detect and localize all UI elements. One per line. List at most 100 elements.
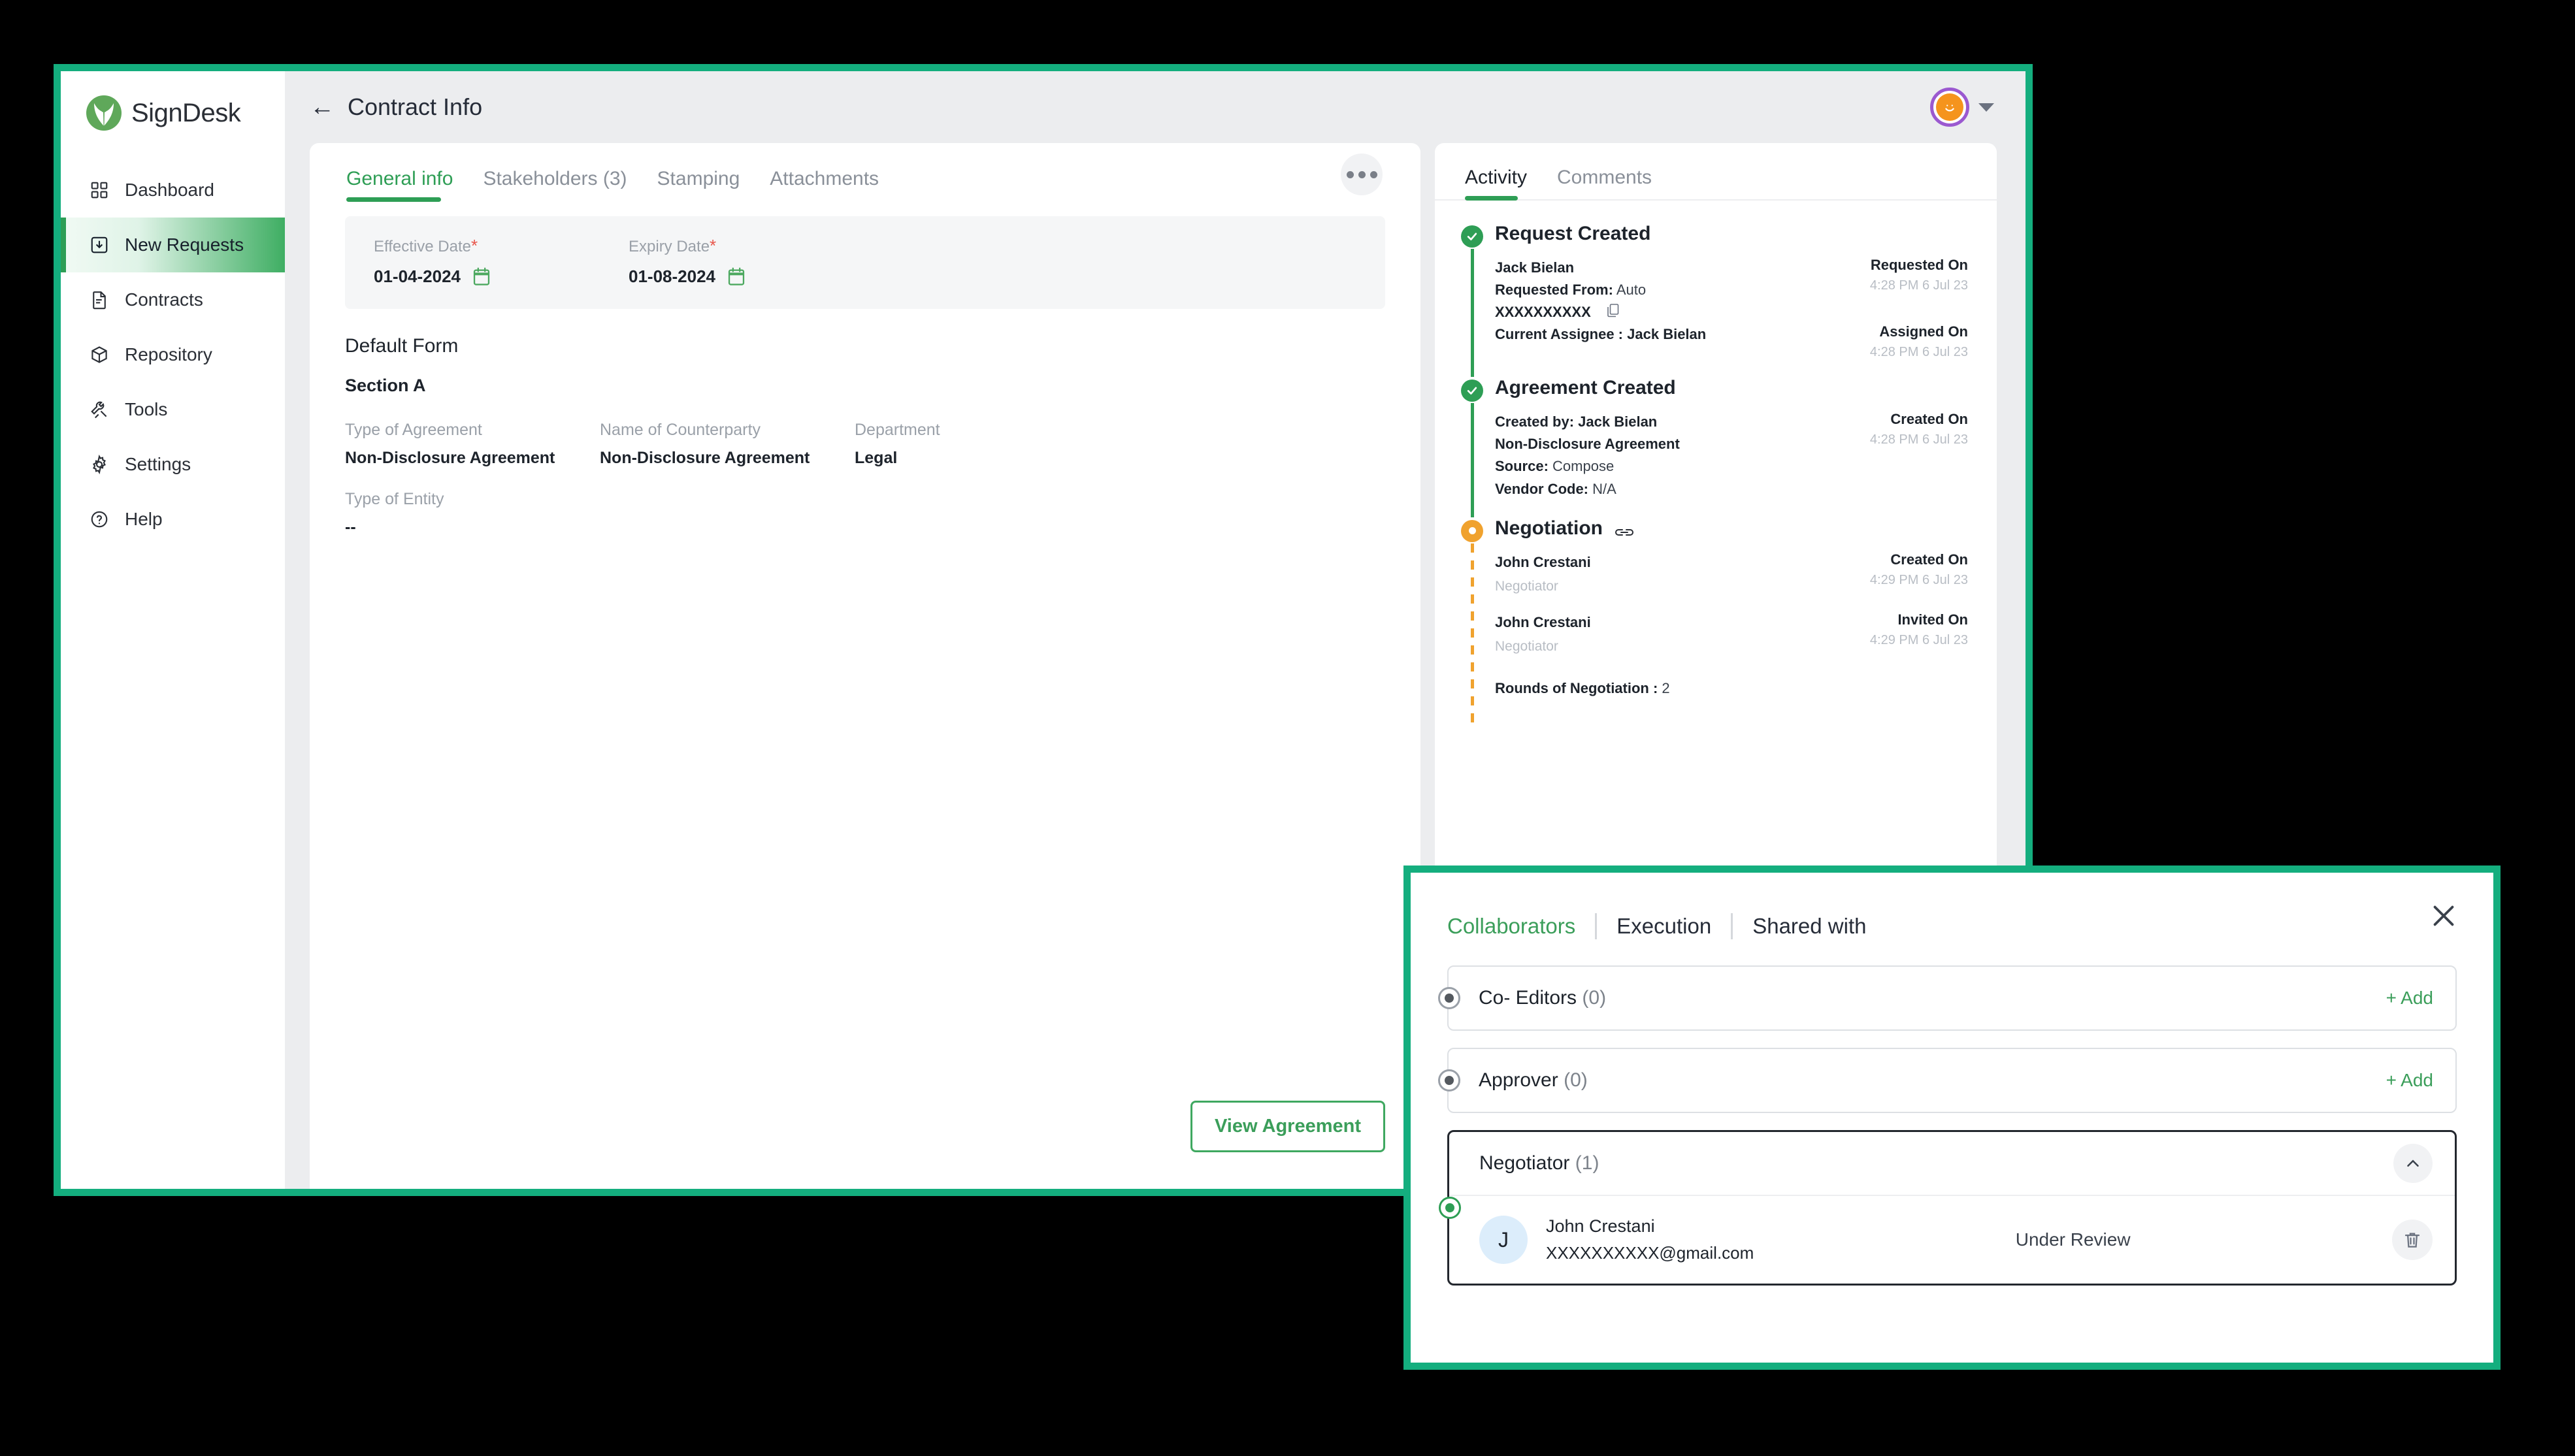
event-rows: John Crestani Negotiator Created On 4:29… xyxy=(1495,551,1968,717)
line-label: Created by: xyxy=(1495,413,1575,430)
tab-attachments[interactable]: Attachments xyxy=(770,168,879,202)
field-label: Type of Agreement xyxy=(345,421,482,439)
section-header[interactable]: Approver (0) + Add xyxy=(1449,1049,2455,1112)
sidebar-item-settings[interactable]: Settings xyxy=(61,437,285,492)
tab-collaborators[interactable]: Collaborators xyxy=(1447,914,1595,939)
section-title: Section A xyxy=(345,376,426,395)
tab-activity[interactable]: Activity xyxy=(1465,167,1527,201)
event-left: John Crestani Negotiator xyxy=(1495,551,1591,598)
section-title-text: Co- Editors xyxy=(1479,987,1577,1009)
radio-button[interactable] xyxy=(1438,1069,1460,1092)
profile-menu[interactable] xyxy=(1930,88,1994,127)
tab-comments[interactable]: Comments xyxy=(1557,167,1652,199)
avatar[interactable] xyxy=(1930,88,1969,127)
sidebar-item-contracts[interactable]: Contracts xyxy=(61,272,285,327)
right-time: 4:29 PM 6 Jul 23 xyxy=(1869,633,1968,648)
expiry-date-value: 01-08-2024 xyxy=(629,267,715,286)
activity-timeline: Request Created Jack Bielan Requested Fr… xyxy=(1435,201,1997,726)
effective-date-value: 01-04-2024 xyxy=(374,267,461,286)
sidebar-nav: Dashboard New Requests Contracts Reposit… xyxy=(61,163,285,547)
section-header[interactable]: Co- Editors (0) + Add xyxy=(1449,967,2455,1029)
right-label: Requested On xyxy=(1870,257,1968,273)
event-rows: Created by: Jack Bielan Non-Disclosure A… xyxy=(1495,411,1968,517)
link-icon[interactable] xyxy=(1613,522,1635,536)
view-agreement-button[interactable]: View Agreement xyxy=(1190,1101,1385,1152)
tab-general-info[interactable]: General info xyxy=(346,168,453,202)
document-icon xyxy=(88,289,110,311)
event-line: Rounds of Negotiation : 2 xyxy=(1495,677,1670,700)
close-icon[interactable] xyxy=(2423,895,2465,937)
right-time: 4:28 PM 6 Jul 23 xyxy=(1869,278,1968,293)
event-row: Current Assignee : Jack Bielan Assigned … xyxy=(1495,323,1968,360)
event-row: Created by: Jack Bielan Non-Disclosure A… xyxy=(1495,411,1968,500)
right-time: 4:29 PM 6 Jul 23 xyxy=(1869,572,1968,587)
tab-stakeholders[interactable]: Stakeholders (3) xyxy=(483,168,627,202)
actor-name: John Crestani xyxy=(1495,614,1591,631)
sidebar-item-label: Repository xyxy=(125,344,212,364)
section-header[interactable]: Negotiator (1) xyxy=(1449,1132,2455,1195)
rounds-label: Rounds of Negotiation : xyxy=(1495,679,1658,696)
inbox-download-icon xyxy=(88,234,110,256)
line-label: Source: xyxy=(1495,458,1549,475)
sidebar-item-help[interactable]: Help xyxy=(61,492,285,547)
negotiator-member-row: J John Crestani XXXXXXXXXX@gmail.com Und… xyxy=(1449,1195,2455,1284)
sidebar-item-label: Help xyxy=(125,509,163,529)
chevron-up-icon[interactable] xyxy=(2393,1144,2433,1183)
sidebar-item-new-requests[interactable]: New Requests xyxy=(61,218,285,272)
radio-button[interactable] xyxy=(1439,1197,1461,1219)
calendar-icon[interactable] xyxy=(727,267,746,287)
gear-icon xyxy=(88,453,110,476)
section-title: Approver (0) xyxy=(1479,1069,1588,1092)
effective-date-field: Effective Date* 01-04-2024 xyxy=(374,236,629,287)
sidebar-item-tools[interactable]: Tools xyxy=(61,382,285,437)
event-left: Created by: Jack Bielan Non-Disclosure A… xyxy=(1495,411,1680,500)
event-left: John Crestani Negotiator xyxy=(1495,611,1591,658)
required-asterisk: * xyxy=(710,236,717,255)
grid-icon xyxy=(88,179,110,201)
collaborator-sections: Co- Editors (0) + Add Approver (0) + Add… xyxy=(1438,965,2457,1286)
field-label: Type of Entity xyxy=(345,490,444,508)
event-title: Request Created xyxy=(1495,223,1651,244)
event-title: Agreement Created xyxy=(1495,377,1676,399)
event-right: Requested On 4:28 PM 6 Jul 23 xyxy=(1857,257,1968,293)
member-status: Under Review xyxy=(2015,1229,2131,1250)
event-right: Invited On 4:29 PM 6 Jul 23 xyxy=(1857,611,1968,648)
sidebar-item-label: Tools xyxy=(125,399,168,419)
add-co-editor-button[interactable]: + Add xyxy=(2386,988,2433,1009)
sidebar-item-repository[interactable]: Repository xyxy=(61,327,285,382)
topbar: ← Contract Info xyxy=(285,71,2026,143)
right-label: Invited On xyxy=(1897,611,1968,628)
radio-inner xyxy=(1445,1203,1454,1212)
field-value: -- xyxy=(345,518,356,536)
radio-button[interactable] xyxy=(1438,987,1460,1009)
actor-role: Negotiator xyxy=(1495,639,1558,655)
add-approver-button[interactable]: + Add xyxy=(2386,1070,2433,1091)
member-name: John Crestani xyxy=(1546,1216,1655,1236)
masked-id: XXXXXXXXXX xyxy=(1495,304,1591,321)
back-arrow-icon[interactable]: ← xyxy=(310,95,335,120)
chevron-down-icon[interactable] xyxy=(1978,103,1994,112)
inner-dot xyxy=(1468,527,1476,535)
calendar-icon[interactable] xyxy=(472,267,491,287)
avatar: J xyxy=(1479,1216,1528,1264)
sidebar-item-dashboard[interactable]: Dashboard xyxy=(61,163,285,218)
event-right: Created On 4:28 PM 6 Jul 23 xyxy=(1857,411,1968,447)
more-options-button[interactable] xyxy=(1341,154,1383,195)
field-row-1: Type of Agreement Non-Disclosure Agreeme… xyxy=(345,421,1385,468)
right-label: Assigned On xyxy=(1879,323,1968,340)
delete-icon[interactable] xyxy=(2392,1220,2433,1260)
field-type-of-agreement: Type of Agreement Non-Disclosure Agreeme… xyxy=(345,421,600,468)
section-title: Co- Editors (0) xyxy=(1479,987,1606,1009)
page-title: ← Contract Info xyxy=(310,93,482,121)
event-row: Jack Bielan Requested From: Auto XXXXXXX… xyxy=(1495,257,1968,323)
right-time: 4:28 PM 6 Jul 23 xyxy=(1869,432,1968,447)
line-label: Vendor Code: xyxy=(1495,480,1589,497)
tab-execution[interactable]: Execution xyxy=(1597,914,1731,939)
copy-icon[interactable] xyxy=(1607,303,1620,319)
rounds-value: 2 xyxy=(1662,679,1670,696)
tab-stamping[interactable]: Stamping xyxy=(657,168,740,202)
section-approver: Approver (0) + Add xyxy=(1438,1048,2457,1113)
tab-shared-with[interactable]: Shared with xyxy=(1733,914,1886,939)
sidebar: SignDesk Dashboard New Requests Contract… xyxy=(61,71,285,1189)
right-label: Created On xyxy=(1890,551,1968,568)
